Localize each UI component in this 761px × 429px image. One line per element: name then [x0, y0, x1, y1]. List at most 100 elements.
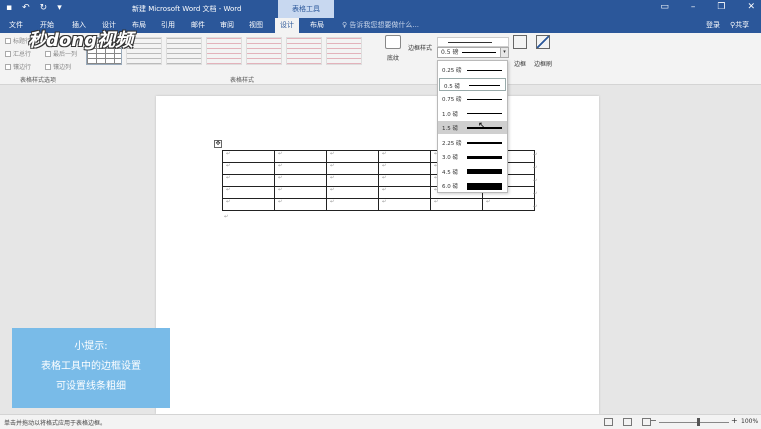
line-weight-option-label: 0.5 磅 — [444, 83, 460, 90]
table-row: ↵↵↵↵↵↵ — [222, 198, 535, 211]
tell-me-text: 告诉我您想要做什么... — [349, 21, 420, 29]
line-sample — [462, 52, 496, 53]
border-styles-button[interactable]: 边框样式 — [408, 43, 432, 52]
checkbox-icon — [5, 50, 11, 57]
view-buttons — [604, 418, 651, 426]
table-cell[interactable]: ↵ — [326, 186, 379, 199]
table-tools-header: 表格工具 — [278, 0, 334, 18]
tab-table-design[interactable]: 设计 — [275, 18, 299, 33]
table-cell[interactable]: ↵ — [430, 198, 483, 211]
table-cell[interactable]: ↵ — [274, 198, 327, 211]
zoom-in-button[interactable]: + — [731, 416, 738, 425]
table-cell[interactable]: ↵ — [274, 174, 327, 187]
share-button[interactable]: ⚲共享 — [730, 20, 749, 30]
table-cell[interactable]: ↵ — [326, 150, 379, 163]
table-style-thumb[interactable] — [326, 37, 362, 65]
row-end-mark: ↵ — [533, 152, 538, 158]
table-cell[interactable]: ↵ — [222, 174, 275, 187]
line-weight-option-label: 1.0 磅 — [442, 111, 458, 118]
table-style-thumb[interactable] — [286, 37, 322, 65]
minimize-icon[interactable]: – — [691, 2, 696, 12]
line-weight-option[interactable]: 3.0 磅 — [438, 150, 507, 163]
shading-label: 底纹 — [386, 55, 399, 62]
read-mode-icon[interactable] — [604, 418, 613, 426]
zoom-slider-thumb[interactable] — [697, 418, 700, 426]
border-grid-icon — [513, 35, 527, 49]
row-end-mark: ↵ — [533, 178, 538, 184]
table-move-handle-icon[interactable]: ✥ — [214, 140, 222, 148]
line-weight-option[interactable]: 1.5 磅 — [438, 121, 507, 134]
table-cell[interactable]: ↵ — [378, 186, 431, 199]
row-end-mark: ↵ — [533, 204, 538, 210]
mouse-cursor-icon: ↖ — [478, 121, 486, 131]
table-style-thumb[interactable] — [206, 37, 242, 65]
table-cell[interactable]: ↵ — [222, 198, 275, 211]
line-weight-option[interactable]: 0.75 磅 — [438, 92, 507, 105]
table-cell[interactable]: ↵ — [274, 186, 327, 199]
line-weight-option[interactable]: 0.5 磅 — [439, 77, 506, 91]
row-end-mark: ↵ — [533, 191, 538, 197]
table-cell[interactable]: ↵ — [326, 174, 379, 187]
table-cell[interactable]: ↵ — [378, 150, 431, 163]
window-title: 新建 Microsoft Word 文档 - Word — [132, 5, 242, 13]
zoom-out-button[interactable]: − — [650, 416, 657, 425]
shading-button[interactable]: 底纹 — [383, 35, 403, 62]
line-weight-combo[interactable]: 0.5 磅 ▾ — [437, 47, 509, 58]
tab-review[interactable]: 审阅 — [220, 20, 234, 30]
line-weight-option[interactable]: 6.0 磅 — [438, 179, 507, 192]
line-weight-option[interactable]: 1.0 磅 — [438, 107, 507, 120]
undo-icon[interactable]: ↶ — [22, 3, 30, 13]
borders-button[interactable]: 边框 — [511, 35, 529, 68]
table-cell[interactable]: ↵ — [274, 162, 327, 175]
video-logo: 秒dong视频 — [28, 30, 133, 51]
option-banded-rows[interactable]: 镶边行 — [5, 62, 31, 71]
line-weight-option-label: 0.75 磅 — [442, 97, 462, 103]
tab-view[interactable]: 视图 — [249, 20, 263, 30]
tell-me-search[interactable]: ♀ 告诉我您想要做什么... — [342, 20, 419, 30]
line-weight-sample — [467, 69, 502, 71]
chevron-down-icon[interactable]: ▾ — [500, 48, 508, 57]
table-cell[interactable]: ↵ — [326, 162, 379, 175]
zoom-level[interactable]: 100% — [741, 418, 758, 425]
table-cell[interactable]: ↵ — [222, 186, 275, 199]
tip-box: 小提示: 表格工具中的边框设置 可设置线条粗细 — [12, 328, 170, 408]
table-cell[interactable]: ↵ — [274, 150, 327, 163]
line-weight-option[interactable]: 4.5 磅 — [438, 165, 507, 178]
line-style-combo[interactable] — [437, 37, 509, 47]
print-layout-icon[interactable] — [623, 418, 632, 426]
table-cell[interactable]: ↵ — [222, 150, 275, 163]
ribbon-display-icon[interactable]: ▭ — [660, 2, 669, 12]
customize-qat-icon[interactable]: ▾ — [57, 3, 62, 13]
table-cell[interactable]: ↵ — [222, 162, 275, 175]
checkbox-icon — [5, 63, 11, 70]
line-weight-dropdown[interactable]: 0.25 磅 0.5 磅 0.75 磅 1.0 磅 1.5 磅 2.25 磅 3.0 磅 4.… — [437, 60, 508, 193]
tab-file[interactable]: 文件 — [9, 20, 23, 30]
line-weight-sample — [467, 98, 502, 100]
table-cell[interactable]: ↵ — [482, 198, 535, 211]
table-cell[interactable]: ↵ — [326, 198, 379, 211]
zoom-slider[interactable] — [659, 422, 729, 423]
line-weight-option-label: 4.5 磅 — [442, 169, 458, 176]
redo-icon[interactable]: ↻ — [40, 3, 48, 13]
tab-table-layout[interactable]: 布局 — [310, 20, 324, 30]
sign-in-link[interactable]: 登录 — [706, 20, 720, 30]
border-painter-button[interactable]: 边框刷 — [532, 35, 554, 68]
table-cell[interactable]: ↵ — [378, 162, 431, 175]
table-style-thumb[interactable] — [246, 37, 282, 65]
quick-access-toolbar: ▪ ↶ ↻ ▾ — [6, 3, 62, 13]
tab-mailings[interactable]: 邮件 — [191, 20, 205, 30]
restore-icon[interactable]: ❐ — [717, 2, 725, 12]
title-bar: ▪ ↶ ↻ ▾ 新建 Microsoft Word 文档 - Word 表格工具… — [0, 0, 761, 18]
table-style-thumb[interactable] — [166, 37, 202, 65]
close-icon[interactable]: ✕ — [747, 2, 755, 12]
line-weight-option[interactable]: 0.25 磅 — [438, 63, 507, 76]
option-banded-columns[interactable]: 镶边列 — [45, 62, 71, 71]
line-weight-option[interactable]: 2.25 磅 — [438, 136, 507, 149]
table-cell[interactable]: ↵ — [378, 198, 431, 211]
document-page[interactable]: ✥ ↵↵↵↵↵↵ ↵↵↵↵↵↵ ↵↵↵↵↵↵ ↵↵↵↵↵↵ ↵↵↵↵↵↵ ↵ ↵… — [156, 96, 599, 414]
group-label-table-styles: 表格样式 — [230, 77, 255, 84]
save-icon[interactable]: ▪ — [6, 3, 12, 13]
checkbox-icon — [45, 63, 51, 70]
table-cell[interactable]: ↵ — [378, 174, 431, 187]
tab-references[interactable]: 引用 — [161, 20, 175, 30]
